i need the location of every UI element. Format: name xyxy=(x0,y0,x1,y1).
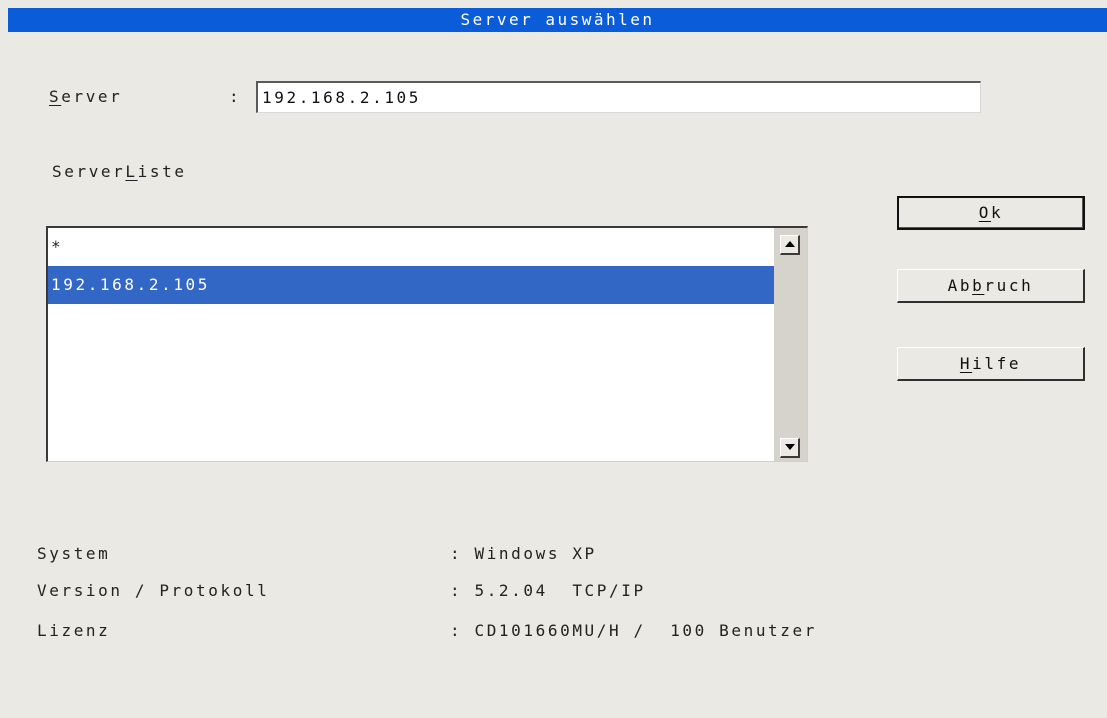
list-item-selected[interactable]: 192.168.2.105 xyxy=(48,266,775,304)
cancel-button[interactable]: Abbruch xyxy=(897,269,1085,303)
version-label: Version / Protokoll xyxy=(37,581,270,600)
serverlist-label: ServerListe xyxy=(52,162,187,181)
server-list[interactable]: * 192.168.2.105 xyxy=(46,226,808,462)
ok-button[interactable]: Ok xyxy=(897,196,1085,230)
license-label: Lizenz xyxy=(37,621,111,640)
server-label: Server xyxy=(49,87,123,106)
arrow-down-icon xyxy=(785,444,795,450)
server-list-items: * 192.168.2.105 xyxy=(48,228,775,461)
serverlist-label-mnemonic: L xyxy=(125,162,138,181)
window-title: Server auswählen xyxy=(8,8,1107,32)
arrow-up-icon xyxy=(785,241,795,247)
version-value: : 5.2.04 TCP/IP xyxy=(450,581,646,600)
system-label: System xyxy=(37,544,111,563)
system-value: : Windows XP xyxy=(450,544,597,563)
help-button[interactable]: Hilfe xyxy=(897,347,1085,381)
scroll-down-button[interactable] xyxy=(780,438,800,458)
license-value: : CD101660MU/H / 100 Benutzer xyxy=(450,621,817,640)
server-label-colon: : xyxy=(229,87,242,106)
server-label-mnemonic: S xyxy=(49,87,62,106)
scroll-up-button[interactable] xyxy=(780,235,800,255)
server-input[interactable] xyxy=(256,81,981,113)
vertical-scrollbar[interactable] xyxy=(774,228,807,461)
list-item[interactable]: * xyxy=(48,228,775,266)
server-select-dialog: Server auswählen Server : ServerListe * … xyxy=(0,0,1107,718)
